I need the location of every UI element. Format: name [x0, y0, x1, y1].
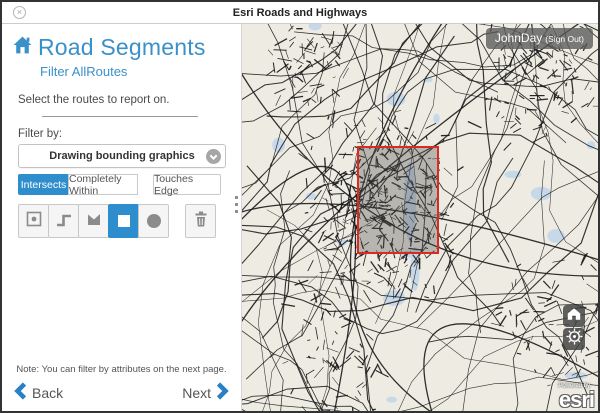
back-button[interactable]: Back	[14, 382, 63, 403]
draw-polygon-button[interactable]	[78, 204, 109, 238]
home-icon	[566, 306, 582, 327]
tab-completely-within[interactable]: Completely Within	[68, 174, 138, 195]
draw-rectangle-button[interactable]	[108, 204, 139, 238]
tab-intersects[interactable]: Intersects	[18, 174, 69, 195]
window-title: Esri Roads and Highways	[233, 7, 367, 19]
note-text: Note: You can filter by attributes on th…	[2, 364, 241, 375]
rectangle-icon	[118, 215, 130, 227]
divider	[42, 116, 198, 117]
spatial-relation-tabs: Intersects Completely Within Touches Edg…	[18, 174, 225, 195]
page-subtitle: Filter AllRoutes	[40, 64, 225, 79]
wizard-nav: Back Next	[14, 382, 229, 403]
next-button[interactable]: Next	[182, 382, 229, 403]
draw-circle-button[interactable]	[138, 204, 169, 238]
next-label: Next	[182, 385, 211, 401]
filter-method-dropdown[interactable]: Drawing bounding graphics	[18, 144, 226, 168]
close-icon[interactable]: ×	[13, 6, 26, 19]
page-title: Road Segments	[38, 34, 206, 61]
panel-resize-handle[interactable]	[235, 196, 238, 213]
window-titlebar: × Esri Roads and Highways	[2, 2, 598, 24]
chevron-left-icon	[14, 382, 27, 403]
chevron-right-icon	[216, 382, 229, 403]
panel-header: Road Segments	[12, 34, 225, 61]
user-name: JohnDay	[495, 31, 542, 45]
polygon-icon	[85, 210, 103, 233]
polyline-icon	[55, 210, 73, 233]
esri-brand-text: esri	[559, 387, 594, 411]
app-window: × Esri Roads and Highways Road Segments …	[0, 0, 600, 413]
sign-out-button[interactable]: JohnDay (Sign Out)	[486, 28, 593, 49]
draw-polyline-button[interactable]	[48, 204, 79, 238]
locate-icon	[566, 328, 583, 350]
draw-toolbar	[18, 204, 222, 238]
tab-touches-edge[interactable]: Touches Edge	[153, 174, 221, 195]
chevron-down-icon	[206, 149, 221, 164]
draw-point-button[interactable]	[18, 204, 49, 238]
filter-by-label: Filter by:	[18, 128, 225, 140]
sign-out-label: (Sign Out)	[545, 34, 584, 44]
map-controls	[563, 305, 585, 350]
map-view[interactable]: JohnDay (Sign Out)	[242, 24, 598, 411]
trash-icon	[192, 210, 210, 233]
bounding-rectangle-graphic	[357, 146, 439, 254]
locate-button[interactable]	[563, 328, 585, 350]
back-label: Back	[32, 385, 63, 401]
point-icon	[25, 210, 43, 233]
esri-logo: Powered by esri	[558, 383, 594, 411]
dropdown-selected-value: Drawing bounding graphics	[49, 150, 194, 162]
instruction-text: Select the routes to report on.	[18, 94, 225, 106]
home-extent-button[interactable]	[563, 305, 585, 327]
clear-graphics-button[interactable]	[185, 204, 216, 238]
circle-icon	[147, 214, 161, 228]
home-icon	[12, 35, 33, 60]
filter-panel: Road Segments Filter AllRoutes Select th…	[2, 24, 242, 411]
